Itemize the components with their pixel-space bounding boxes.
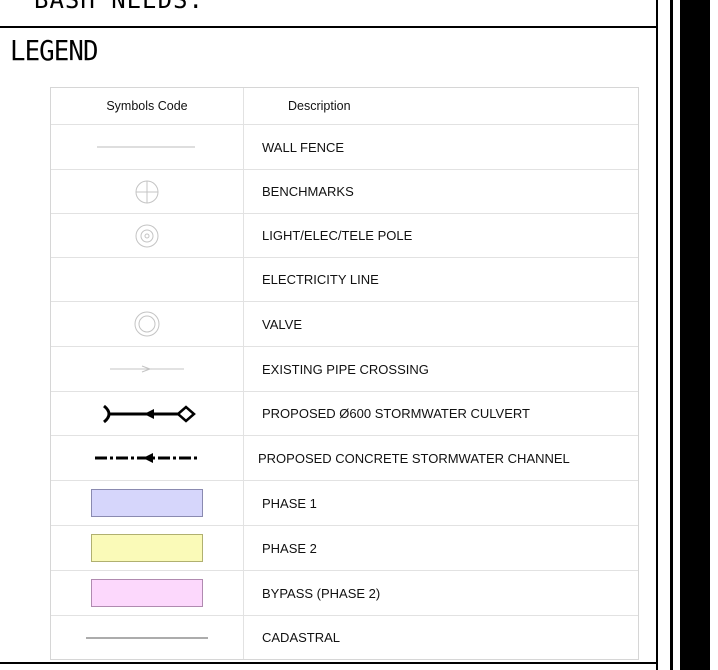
legend-row: BENCHMARKS [51,170,638,214]
legend-header-row: Symbols Code Description [51,88,638,125]
title-block-strip: BASH NEEDS: [0,0,656,28]
phase2-swatch [91,534,203,562]
legend-description: BYPASS (PHASE 2) [262,585,381,601]
pipe-crossing-icon [110,365,184,373]
legend-row: PHASE 1 [51,481,638,526]
channel-icon [95,453,199,463]
legend-description: BENCHMARKS [262,184,354,199]
legend-description: PHASE 2 [262,540,317,556]
legend-description: EXISTING PIPE CROSSING [262,361,429,377]
legend-description: LIGHT/ELEC/TELE POLE [262,228,413,243]
frame-bottom-line [0,662,658,664]
legend-row: CADASTRAL [51,616,638,659]
benchmark-icon [135,180,159,203]
legend-row: PHASE 2 [51,526,638,571]
border-line [656,0,658,670]
border-line [670,0,673,670]
legend-description: CADASTRAL [262,630,341,645]
symbol-header: Symbols Code [51,88,244,124]
description-header: Description [288,99,351,113]
cadastral-line-icon [86,636,208,639]
valve-icon [134,311,160,337]
legend-title: LEGEND [10,34,98,67]
legend-row: WALL FENCE [51,125,638,170]
legend-description: WALL FENCE [262,139,345,155]
culvert-icon [103,404,196,423]
legend-row: VALVE [51,302,638,347]
legend-row: PROPOSED Ø600 STORMWATER CULVERT [51,392,638,436]
legend-description: PROPOSED Ø600 STORMWATER CULVERT [262,406,530,421]
cut-off-heading: BASH NEEDS: [34,0,204,14]
electricity-line-symbol [51,258,244,301]
legend-row: PROPOSED CONCRETE STORMWATER CHANNEL [51,436,638,481]
pole-icon [135,224,159,247]
legend-row: ELECTRICITY LINE [51,258,638,302]
legend-table: Symbols Code Description WALL FENCE BENC… [50,87,639,660]
legend-description: PHASE 1 [262,495,317,511]
phase1-swatch [91,489,203,517]
wall-fence-line-icon [97,146,195,148]
legend-row: LIGHT/ELEC/TELE POLE [51,214,638,258]
legend-description: ELECTRICITY LINE [262,272,379,287]
legend-row: EXISTING PIPE CROSSING [51,347,638,392]
legend-description: VALVE [262,316,302,332]
legend-row: BYPASS (PHASE 2) [51,571,638,616]
legend-description: PROPOSED CONCRETE STORMWATER CHANNEL [258,450,570,466]
bypass-swatch [91,579,203,607]
border-bar [680,0,710,670]
